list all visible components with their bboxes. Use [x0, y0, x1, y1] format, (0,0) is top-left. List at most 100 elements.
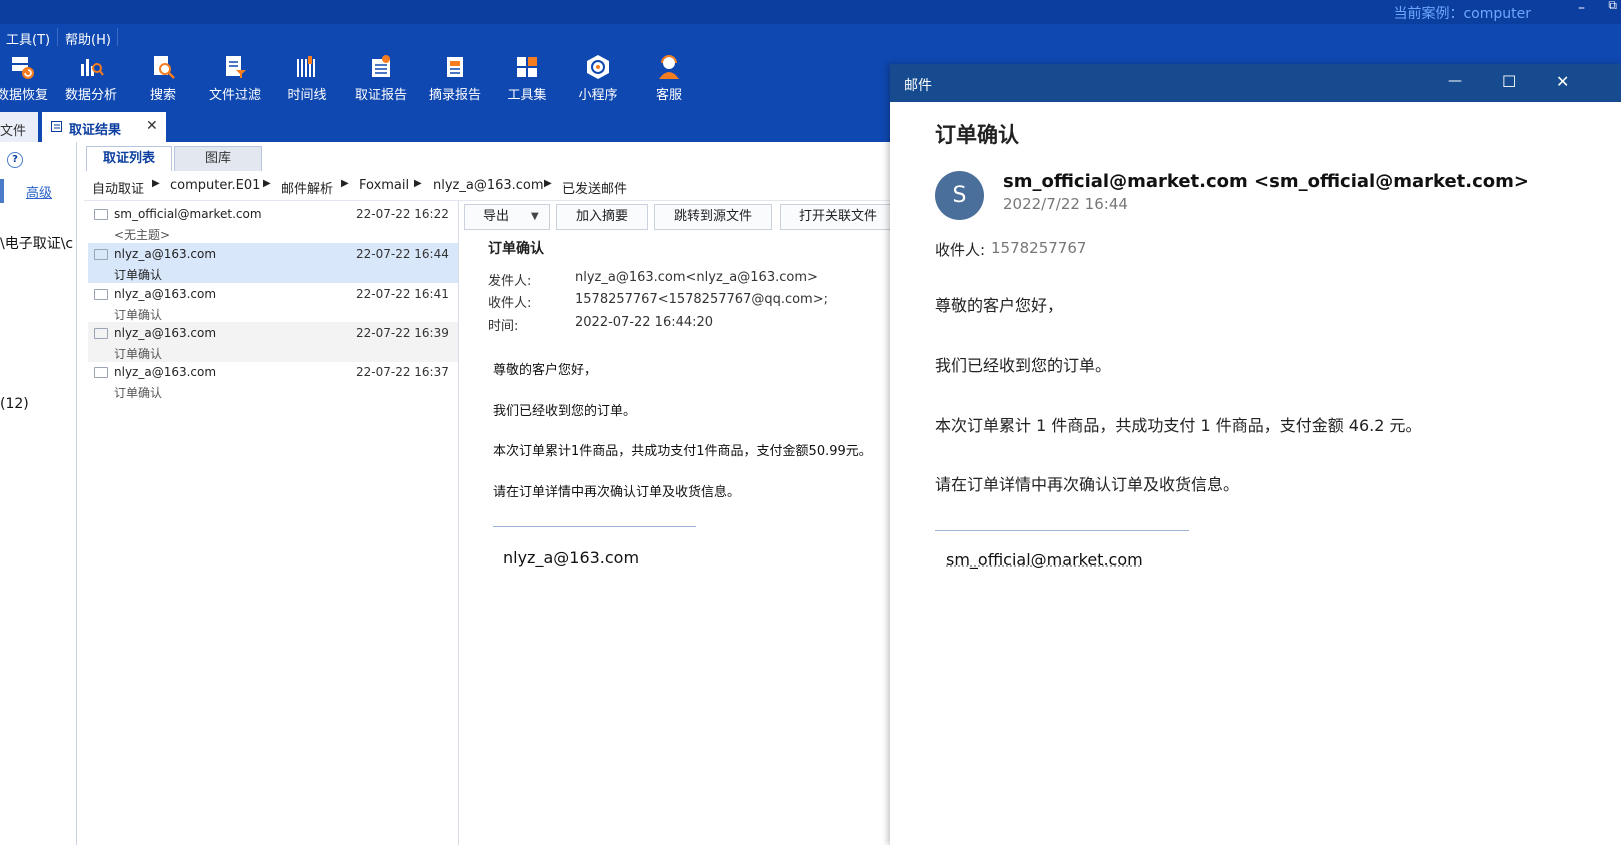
tool-excerpt-report[interactable]: 摘录报告	[420, 54, 490, 103]
tool-toolkit[interactable]: 工具集	[492, 54, 562, 103]
add-excerpt-button[interactable]: 加入摘要	[556, 204, 648, 230]
tool-timeline[interactable]: 时间线	[272, 54, 342, 103]
list-item[interactable]: sm_official@market.com 22-07-22 16:22 <无…	[88, 203, 458, 243]
mail-from: sm_official@market.com	[114, 207, 262, 221]
signature-divider	[935, 530, 1189, 531]
preview-signature: nlyz_a@163.com	[503, 548, 640, 567]
menu-divider	[57, 28, 58, 46]
list-item-selected[interactable]: nlyz_a@163.com 22-07-22 16:44 订单确认	[88, 243, 458, 283]
recipient-value: 1578257767	[991, 239, 1087, 257]
tool-label: 小程序	[578, 88, 618, 103]
tool-search[interactable]: 搜索	[128, 54, 198, 103]
mail-window: 邮件 — ☐ ✕ 订单确认 S sm_official@market.com <…	[890, 64, 1621, 845]
tab-label: 图库	[204, 151, 231, 166]
sender-label: 发件人:	[488, 274, 532, 289]
tree-count[interactable]: (12)	[0, 396, 29, 412]
menu-divider	[117, 28, 118, 46]
chevron-down-icon[interactable]: ▼	[531, 205, 539, 229]
help-icon[interactable]: ?	[7, 152, 23, 168]
mail-signature[interactable]: sm_official@market.com	[946, 550, 1143, 569]
avatar-letter: S	[952, 183, 967, 208]
tool-file-filter[interactable]: 文件过滤	[200, 54, 270, 103]
menu-help[interactable]: 帮助(H)	[59, 29, 117, 48]
recipient-label: 收件人:	[935, 241, 986, 259]
breadcrumb-item[interactable]: nlyz_a@163.com	[433, 178, 544, 193]
button-label: 打开关联文件	[798, 209, 877, 224]
breadcrumb-item[interactable]: Foxmail	[359, 178, 409, 193]
advanced-link[interactable]: 高级	[26, 182, 52, 201]
mail-from: nlyz_a@163.com	[114, 287, 217, 301]
button-label: 跳转到源文件	[673, 209, 752, 224]
chevron-right-icon: ▶	[263, 178, 271, 189]
mail-subject: 订单确认	[114, 268, 163, 282]
tool-mini-program[interactable]: 小程序	[563, 54, 633, 103]
tab-forensic-results[interactable]: 取证结果 ✕	[42, 112, 166, 142]
mail-list: sm_official@market.com 22-07-22 16:22 <无…	[88, 201, 459, 845]
tool-label: 数据分析	[64, 88, 117, 103]
mail-subject: 订单确认	[114, 347, 163, 361]
menu-tools[interactable]: 工具(T)	[0, 29, 56, 48]
breadcrumb-item[interactable]: computer.E01	[170, 178, 260, 193]
restore-button[interactable]: ⧉	[1608, 0, 1617, 13]
tree-path[interactable]: \电子取证\c	[0, 233, 75, 253]
envelope-icon	[94, 367, 108, 378]
body-line: 本次订单累计1件商品，共成功支付1件商品，支付金额50.99元。	[493, 444, 872, 459]
breadcrumb-item[interactable]: 自动取证	[92, 178, 144, 197]
jump-to-source-button[interactable]: 跳转到源文件	[654, 204, 772, 230]
export-button[interactable]: 导出 ▼	[464, 204, 550, 230]
tool-label: 工具集	[507, 88, 547, 103]
tab-gallery[interactable]: 图库	[174, 146, 262, 171]
tab-label: 取证列表	[102, 151, 155, 166]
app-title-bar: 当前案例：computer – ⧉	[0, 0, 1621, 24]
envelope-icon	[94, 328, 108, 339]
breadcrumb: 自动取证 ▶ computer.E01 ▶ 邮件解析 ▶ Foxmail ▶ n…	[84, 172, 894, 201]
recipient-label: 收件人:	[488, 296, 532, 311]
minimize-button[interactable]: –	[1578, 0, 1585, 16]
close-icon[interactable]: ✕	[146, 118, 158, 134]
envelope-icon	[94, 209, 108, 220]
signature-divider	[493, 526, 696, 527]
minimize-icon[interactable]: —	[1448, 73, 1462, 89]
excerpt-report-icon	[447, 57, 463, 77]
tool-data-recovery[interactable]: 数据恢复	[0, 54, 57, 103]
mail-date: 22-07-22 16:22	[356, 207, 449, 221]
mail-window-title-bar: 邮件 — ☐ ✕	[890, 64, 1621, 102]
menu-bar: 工具(T) 帮助(H)	[0, 24, 1621, 50]
breadcrumb-item[interactable]: 已发送邮件	[562, 178, 627, 197]
list-item[interactable]: nlyz_a@163.com 22-07-22 16:41 订单确认	[88, 283, 458, 323]
chevron-right-icon: ▶	[544, 178, 552, 189]
tab-files[interactable]: 文件	[0, 112, 38, 142]
chevron-right-icon: ▶	[414, 178, 422, 189]
chevron-right-icon: ▶	[152, 178, 160, 189]
open-related-file-button[interactable]: 打开关联文件	[780, 204, 896, 230]
time-value: 2022-07-22 16:44:20	[575, 315, 714, 330]
forensic-report-icon	[372, 55, 390, 77]
data-analysis-icon	[81, 59, 104, 76]
avatar: S	[935, 171, 984, 220]
tool-data-analysis[interactable]: 数据分析	[56, 54, 126, 103]
current-case-label: 当前案例：computer	[1393, 6, 1531, 22]
mail-subject-heading: 订单确认	[935, 123, 1019, 147]
close-icon[interactable]: ✕	[1556, 72, 1569, 91]
tool-label: 客服	[655, 88, 682, 103]
breadcrumb-item[interactable]: 邮件解析	[281, 178, 333, 197]
mail-from: nlyz_a@163.com	[114, 326, 217, 340]
chevron-right-icon: ▶	[341, 178, 349, 189]
list-item[interactable]: nlyz_a@163.com 22-07-22 16:37 订单确认	[88, 361, 458, 401]
body-line: 本次订单累计 1 件商品，共成功支付 1 件商品，支付金额 46.2 元。	[935, 416, 1422, 435]
maximize-icon[interactable]: ☐	[1502, 72, 1516, 91]
tab-forensic-list[interactable]: 取证列表	[86, 146, 172, 171]
envelope-icon	[94, 289, 108, 300]
mail-date: 22-07-22 16:44	[356, 247, 449, 261]
mini-program-icon	[587, 55, 609, 79]
list-item[interactable]: nlyz_a@163.com 22-07-22 16:39 订单确认	[88, 322, 458, 362]
mail-date: 22-07-22 16:37	[356, 365, 449, 379]
mail-date: 22-07-22 16:41	[356, 287, 449, 301]
time-label: 时间:	[488, 319, 519, 334]
tool-forensic-report[interactable]: 取证报告	[346, 54, 416, 103]
mail-subject: <无主题>	[114, 228, 171, 242]
file-filter-icon	[226, 56, 246, 78]
tool-label: 摘录报告	[428, 88, 481, 103]
mail-subject: 订单确认	[114, 386, 163, 400]
tool-customer-service[interactable]: 客服	[634, 54, 704, 103]
